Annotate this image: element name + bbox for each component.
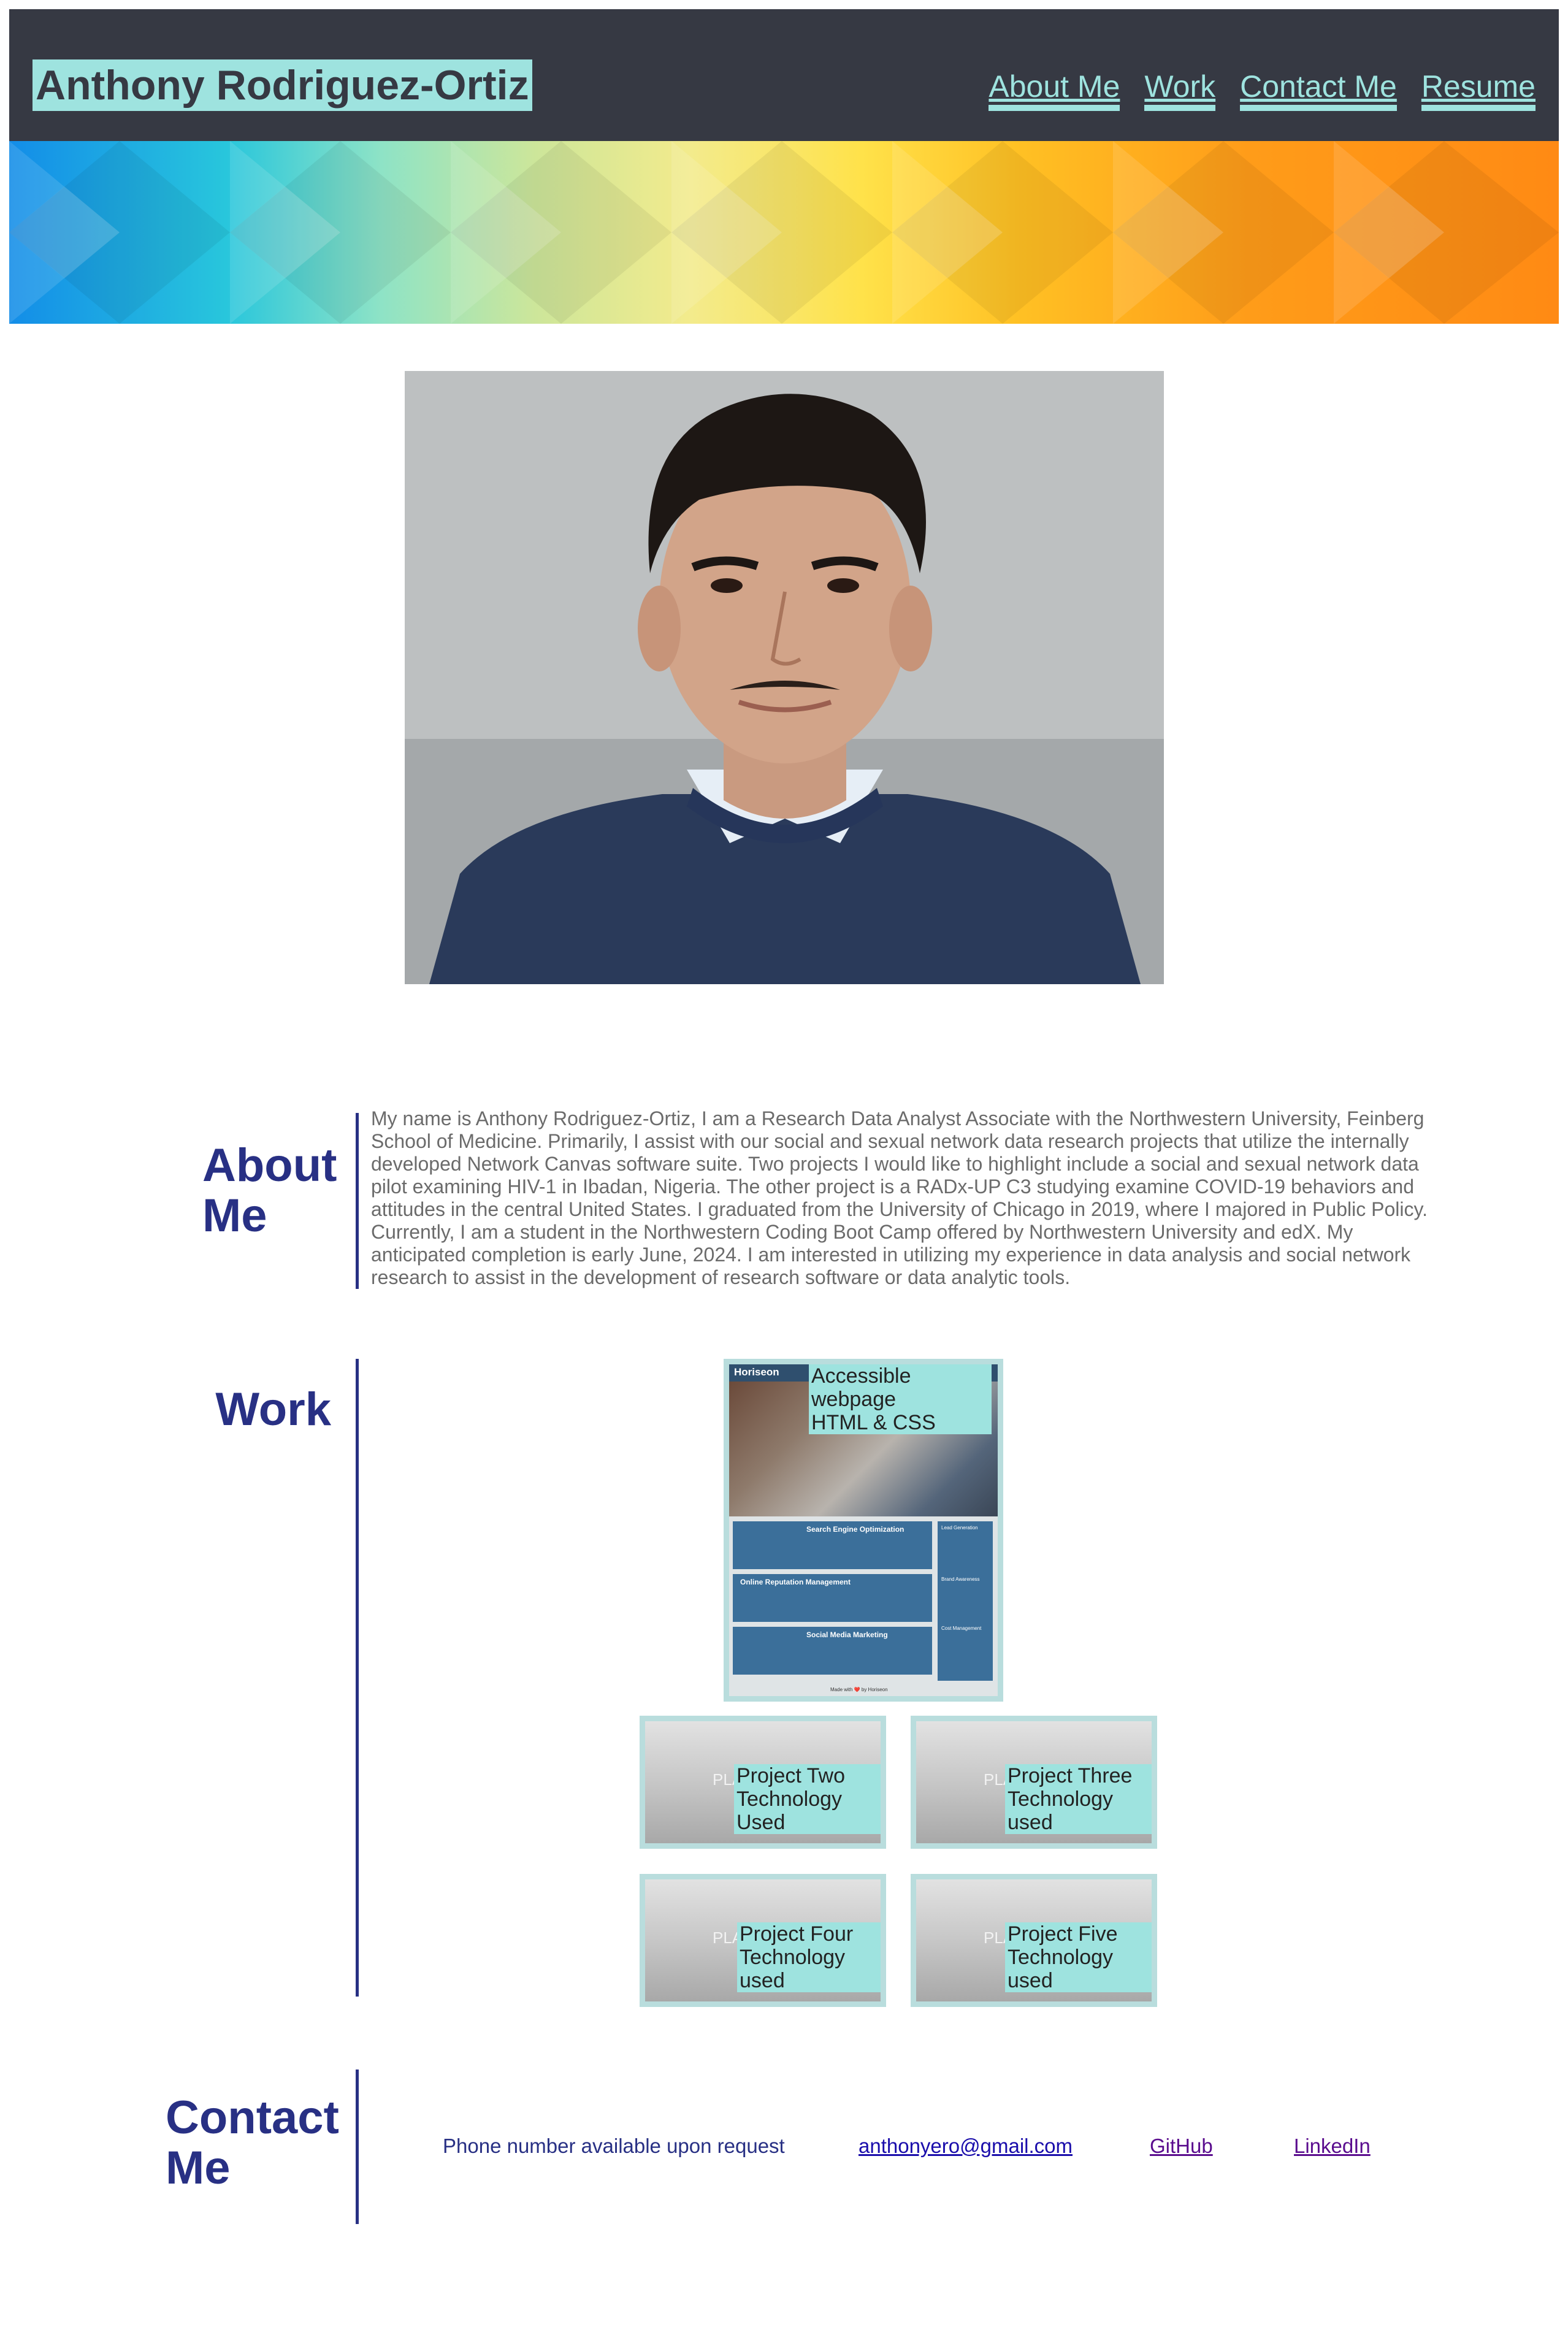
- thumb-sidebar-item-3: Cost Management: [941, 1626, 982, 1631]
- thumb-sidebar-item-2: Brand Awareness: [941, 1577, 980, 1582]
- site-title: Anthony Rodriguez-Ortiz: [33, 59, 532, 111]
- thumb-footer: Made with ❤️ by Horiseon: [830, 1687, 888, 1692]
- nav-resume[interactable]: Resume: [1421, 68, 1535, 111]
- main-nav: About Me Work Contact Me Resume: [989, 68, 1535, 111]
- work-heading: Work: [215, 1383, 331, 1435]
- triangle-pattern: [9, 141, 1559, 324]
- phone-text: Phone number available upon request: [443, 2135, 785, 2157]
- nav-contact-me[interactable]: Contact Me: [1240, 68, 1397, 111]
- project-tech: Technology used: [1008, 1787, 1114, 1834]
- project-title: Project Four: [740, 1922, 854, 1946]
- project-label: Project Three Technology used: [1005, 1764, 1152, 1834]
- project-tech: Technology used: [740, 1946, 846, 1992]
- project-label: Project Two Technology Used: [734, 1764, 881, 1834]
- featured-project-tech: HTML & CSS: [811, 1411, 936, 1434]
- about-text: My name is Anthony Rodriguez-Ortiz, I am…: [371, 1107, 1428, 1288]
- linkedin-link[interactable]: LinkedIn: [1294, 2134, 1371, 2158]
- hero-banner: [9, 141, 1559, 324]
- profile-photo: [405, 371, 1164, 984]
- about-divider: [356, 1113, 359, 1289]
- featured-project-label: Accessible webpage HTML & CSS: [809, 1364, 992, 1434]
- about-heading: About Me: [202, 1139, 337, 1242]
- project-title: Project Two: [736, 1764, 846, 1787]
- contact-divider: [356, 2070, 359, 2224]
- thumb-brand: Horiseon: [734, 1366, 779, 1378]
- site-header: Anthony Rodriguez-Ortiz About Me Work Co…: [9, 9, 1559, 141]
- project-card[interactable]: PLA Project Two Technology Used: [640, 1716, 886, 1849]
- project-tech: Technology used: [1008, 1946, 1114, 1992]
- github-link[interactable]: GitHub: [1150, 2134, 1213, 2158]
- thumb-section-1-title: Search Engine Optimization: [806, 1525, 904, 1534]
- thumb-sidebar: Lead Generation Brand Awareness Cost Man…: [938, 1521, 993, 1681]
- project-card[interactable]: PLA Project Five Technology used: [911, 1874, 1157, 2007]
- nav-work[interactable]: Work: [1144, 68, 1216, 111]
- thumb-section-2-title: Online Reputation Management: [740, 1578, 851, 1586]
- project-label: Project Five Technology used: [1005, 1922, 1152, 1992]
- thumb-section-1: Search Engine Optimization: [733, 1521, 932, 1569]
- project-card[interactable]: PLA Project Three Technology used: [911, 1716, 1157, 1849]
- project-title: Project Three: [1008, 1764, 1133, 1787]
- thumb-section-2: Online Reputation Management: [733, 1574, 932, 1622]
- project-tech: Technology Used: [736, 1787, 843, 1834]
- project-title: Project Five: [1008, 1922, 1118, 1946]
- thumb-sidebar-item-1: Lead Generation: [941, 1525, 978, 1531]
- email-link[interactable]: anthonyero@gmail.com: [859, 2134, 1073, 2158]
- contact-heading: Contact Me: [166, 2092, 339, 2194]
- project-label: Project Four Technology used: [737, 1922, 881, 1992]
- thumb-section-3-title: Social Media Marketing: [806, 1630, 888, 1639]
- featured-project-title: Accessible webpage: [811, 1364, 911, 1411]
- featured-project-card[interactable]: Horiseon Search Engine Optimization Onli…: [724, 1359, 1003, 1702]
- nav-about-me[interactable]: About Me: [989, 68, 1120, 111]
- work-divider: [356, 1359, 359, 1997]
- thumb-section-3: Social Media Marketing: [733, 1627, 932, 1675]
- project-card[interactable]: PLA Project Four Technology used: [640, 1874, 886, 2007]
